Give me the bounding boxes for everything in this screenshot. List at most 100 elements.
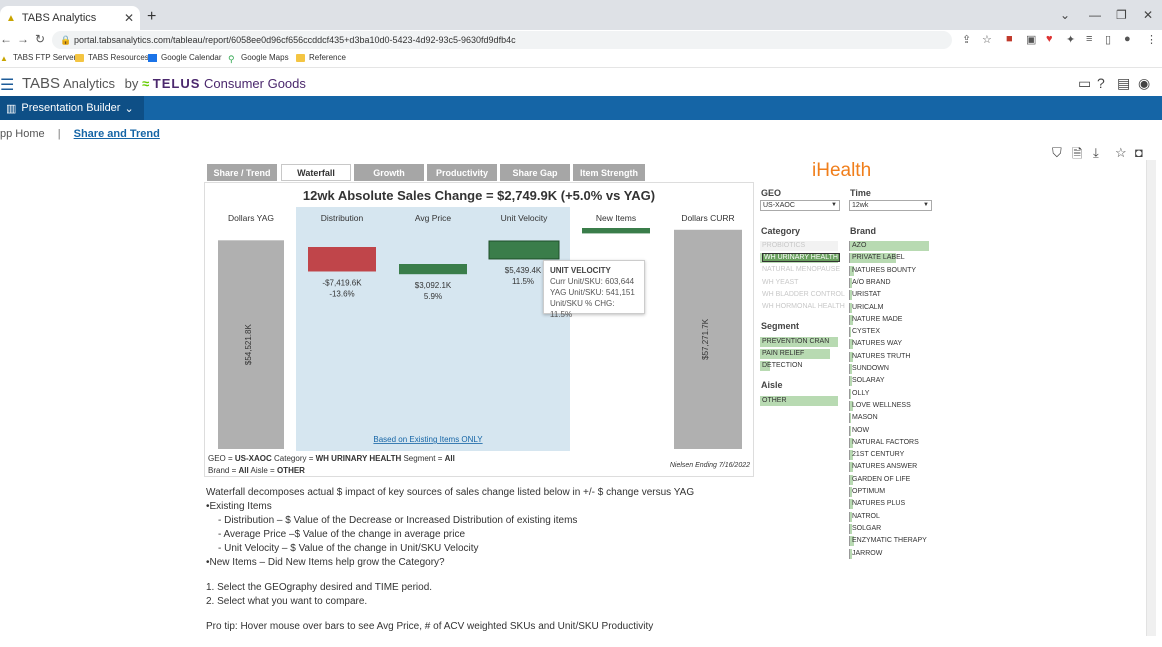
breadcrumb-current-link[interactable]: Share and Trend [74,128,160,140]
brand-item[interactable]: NATURES PLUS [849,499,919,510]
brand-item[interactable]: NATURES BOUNTY [849,265,919,276]
data-source-note: Nielsen Ending 7/16/2022 [669,462,750,469]
bookmark-item[interactable]: Google Calendar [148,53,221,62]
tab-share-gap[interactable]: Share Gap [500,164,570,181]
brand-item[interactable]: NATROL [849,511,919,522]
brand-item[interactable]: GARDEN OF LIFE [849,474,919,485]
presentation-builder-button[interactable]: ▥ Presentation Builder ⌄ [0,96,144,120]
bookmark-star-icon[interactable]: ☆ [982,33,992,46]
notifications-icon[interactable]: ▤ [1117,75,1130,92]
category-item[interactable]: WH YEAST [760,278,838,288]
segment-item[interactable]: PREVENTION CRAN [760,337,838,347]
download-icon[interactable]: ⤓ [1093,145,1099,161]
pocket-icon[interactable]: ♥ [1046,33,1053,45]
brand-item[interactable]: NATURES ANSWER [849,462,919,473]
brand-item[interactable]: SOLARAY [849,376,919,387]
brand-item[interactable]: SUNDOWN [849,364,919,374]
page-scrollbar[interactable] [1146,160,1156,636]
brand-item[interactable]: AZO [849,241,929,251]
tab-waterfall[interactable]: Waterfall [281,164,351,181]
puzzle-icon[interactable]: ✦ [1066,33,1075,46]
brand-item[interactable]: NATURES TRUTH [849,351,919,362]
aisle-item[interactable]: OTHER [760,396,838,406]
filter-reset-icon[interactable]: ⛉ [1052,145,1062,161]
description-line: •Existing Items [206,501,272,512]
bookmark-item[interactable]: ⚲ Google Maps [228,53,289,64]
bookmark-item[interactable]: TABS Resources [75,53,149,62]
time-select[interactable]: 12wk ▼ [849,200,932,211]
segment-item[interactable]: DETECTION [760,361,802,371]
extension-icon[interactable]: ▣ [1026,33,1036,46]
tab-growth[interactable]: Growth [354,164,424,181]
category-item[interactable]: WH HORMONAL HEALTH [760,302,845,312]
brand-item[interactable]: SOLGAR [849,523,919,534]
brand-item[interactable]: OPTIMUM [849,487,919,497]
restore-icon[interactable]: ❐ [1116,8,1127,22]
hamburger-menu-icon[interactable]: ☰ [0,75,14,95]
description-line: 2. Select what you want to compare. [206,596,368,607]
positive-delta-bar [582,228,650,234]
share-icon[interactable]: ⇪ [962,33,971,46]
menu-icon[interactable]: ⋮ [1146,33,1157,46]
brand-item[interactable]: A/O BRAND [849,277,919,288]
brand-item[interactable]: NATURES WAY [849,339,919,350]
breadcrumb-home-link[interactable]: pp Home [0,128,45,140]
geo-select[interactable]: US-XAOC ▼ [760,200,840,211]
brand-item[interactable]: NATURAL FACTORS [849,437,919,448]
brand-item[interactable]: JARROW [849,548,919,559]
telus-swoosh-icon: ≈ [142,76,150,91]
close-tab-icon[interactable]: ✕ [124,11,134,25]
tab-search-icon[interactable]: ⌄ [1060,8,1070,22]
brand-item[interactable]: 21ST CENTURY [849,450,919,461]
tab-share-trend[interactable]: Share / Trend [207,164,277,181]
category-item[interactable]: PROBIOTICS [760,241,838,251]
bar-value-label: $5,439.4K [505,266,542,275]
export-pdf-icon[interactable]: 🗎 [1072,145,1082,167]
bar-chart-icon: ▥ [6,102,17,115]
reading-list-icon[interactable]: ≡ [1086,33,1092,45]
forward-icon[interactable]: → [17,32,29,46]
segment-item[interactable]: PAIN RELIEF [760,349,830,359]
brand-item[interactable]: NOW [849,425,919,436]
reload-icon[interactable]: ↻ [35,32,45,46]
tab-productivity[interactable]: Productivity [427,164,497,181]
help-icon[interactable]: ? [1097,75,1105,91]
user-icon[interactable]: ◉ [1138,75,1150,92]
existing-items-note: Based on Existing Items ONLY [373,435,483,444]
brand-item[interactable]: URISTAT [849,290,919,301]
address-bar-row: ← → ↻ 🔒 portal.tabsanalytics.com/tableau… [0,30,1162,50]
calendar-icon [148,53,157,62]
brand-item[interactable]: URICALM [849,302,919,313]
category-item[interactable]: WH BLADDER CONTROL [760,290,845,300]
bookmark-item[interactable]: Reference [296,53,346,62]
back-icon[interactable]: ← [0,32,12,46]
brand-item[interactable]: ENZYMATIC THERAPY [849,536,927,547]
brand-item[interactable]: OLLY [849,388,919,399]
minimize-icon[interactable]: — [1089,8,1101,22]
new-tab-icon[interactable]: + [147,8,156,26]
description-line: Pro tip: Hover mouse over bars to see Av… [206,621,654,632]
positive-delta-bar [488,240,560,260]
brand-item[interactable]: PRIVATE LABEL [849,253,919,264]
favorite-star-icon[interactable]: ☆ [1115,145,1127,161]
side-panel-icon[interactable]: ▯ [1105,33,1111,46]
tooltip-row: Curr Unit/SKU: 603,644 [550,277,635,286]
brand-item[interactable]: NATURE MADE [849,314,919,325]
bookmark-item[interactable]: ▲ TABS FTP Server [0,53,76,63]
bar-percent-label: 11.5% [512,277,534,286]
camera-icon[interactable]: ◘ [1135,145,1143,160]
brand-item[interactable]: MASON [849,413,919,424]
tab-item-strength[interactable]: Item Strength [573,164,645,181]
brand-item[interactable]: CYSTEX [849,327,919,338]
url-input[interactable]: 🔒 portal.tabsanalytics.com/tableau/repor… [52,31,952,49]
category-item[interactable]: NATURAL MENOPAUSE [760,265,840,275]
browser-tab[interactable]: ▲ TABS Analytics ✕ [0,6,140,30]
app-header: ☰ TABS Analytics by ≈ TELUS Consumer Goo… [0,70,1162,96]
bar-percent-label: 5.9% [424,292,442,301]
extension-icon[interactable]: ■ [1006,33,1013,45]
close-window-icon[interactable]: ✕ [1143,8,1153,22]
category-item-selected[interactable]: WH URINARY HEALTH [760,253,840,263]
brand-item[interactable]: LOVE WELLNESS [849,400,919,411]
chat-icon[interactable]: ▭ [1078,75,1091,92]
profile-avatar[interactable]: ● [1124,33,1131,45]
